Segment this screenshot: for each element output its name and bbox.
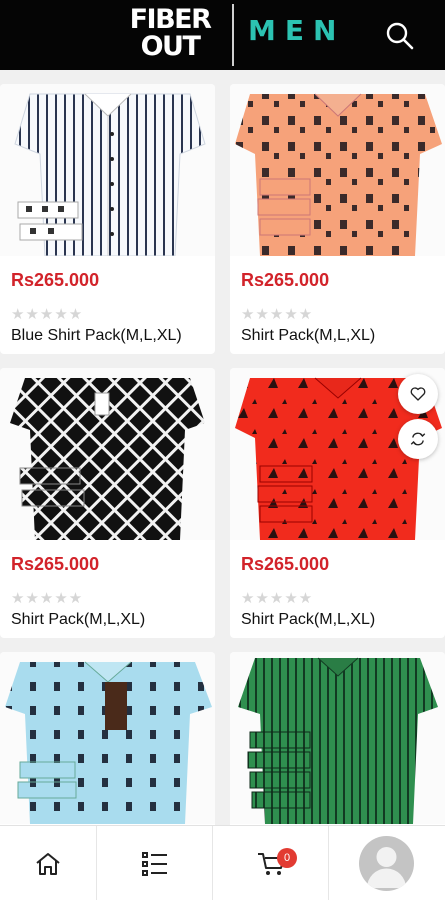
wishlist-button[interactable] — [398, 374, 438, 414]
search-button[interactable] — [384, 20, 416, 52]
product-name: Shirt Pack(M,L,XL) — [11, 611, 146, 628]
nav-divider — [328, 826, 329, 900]
brand-logo[interactable]: FIBER OUT — [118, 6, 222, 64]
compare-button[interactable] — [398, 419, 438, 459]
product-name: Shirt Pack(M,L,XL) — [241, 327, 376, 344]
rating-stars: ★★★★★ — [241, 590, 314, 607]
logo-divider — [232, 4, 234, 66]
section-title: MEN — [248, 14, 346, 47]
product-name: Blue Shirt Pack(M,L,XL) — [11, 327, 182, 344]
home-icon — [36, 852, 60, 875]
product-image[interactable] — [0, 652, 215, 824]
product-card[interactable]: Rs265.000 ★★★★★ Shirt Pack(M,L,XL) — [0, 368, 215, 638]
user-avatar-icon — [367, 847, 406, 888]
heart-icon — [410, 387, 426, 401]
product-price: Rs265.000 — [11, 554, 100, 574]
nav-home[interactable] — [0, 826, 96, 900]
rating-stars: ★★★★★ — [241, 306, 314, 323]
product-card[interactable] — [230, 652, 445, 825]
product-card[interactable]: Rs265.000 ★★★★★ Shirt Pack(M,L,XL) — [230, 84, 445, 354]
product-image[interactable] — [230, 652, 445, 824]
avatar[interactable] — [359, 836, 414, 891]
nav-cart[interactable] — [213, 826, 328, 900]
product-grid: Rs265.000 ★★★★★ Blue Shirt Pack(M,L,XL) — [0, 70, 445, 825]
product-image[interactable] — [230, 84, 445, 256]
product-price: Rs265.000 — [241, 270, 330, 290]
search-icon — [386, 22, 414, 50]
logo-line-1: FIBER — [129, 4, 212, 35]
logo-line-2: OUT — [140, 31, 201, 62]
app-header: FIBER OUT MEN — [0, 0, 445, 70]
product-image[interactable] — [0, 368, 215, 540]
cart-count-badge: 0 — [277, 848, 297, 868]
product-image[interactable] — [0, 84, 215, 256]
product-card[interactable] — [0, 652, 215, 825]
product-name: Shirt Pack(M,L,XL) — [241, 611, 376, 628]
product-price: Rs265.000 — [241, 554, 330, 574]
list-icon — [141, 851, 167, 876]
compare-arrows-icon — [410, 432, 426, 446]
nav-categories[interactable] — [97, 826, 212, 900]
bottom-nav: 0 — [0, 825, 445, 900]
rating-stars: ★★★★★ — [11, 590, 84, 607]
rating-stars: ★★★★★ — [11, 306, 84, 323]
product-price: Rs265.000 — [11, 270, 100, 290]
product-card[interactable]: Rs265.000 ★★★★★ Blue Shirt Pack(M,L,XL) — [0, 84, 215, 354]
